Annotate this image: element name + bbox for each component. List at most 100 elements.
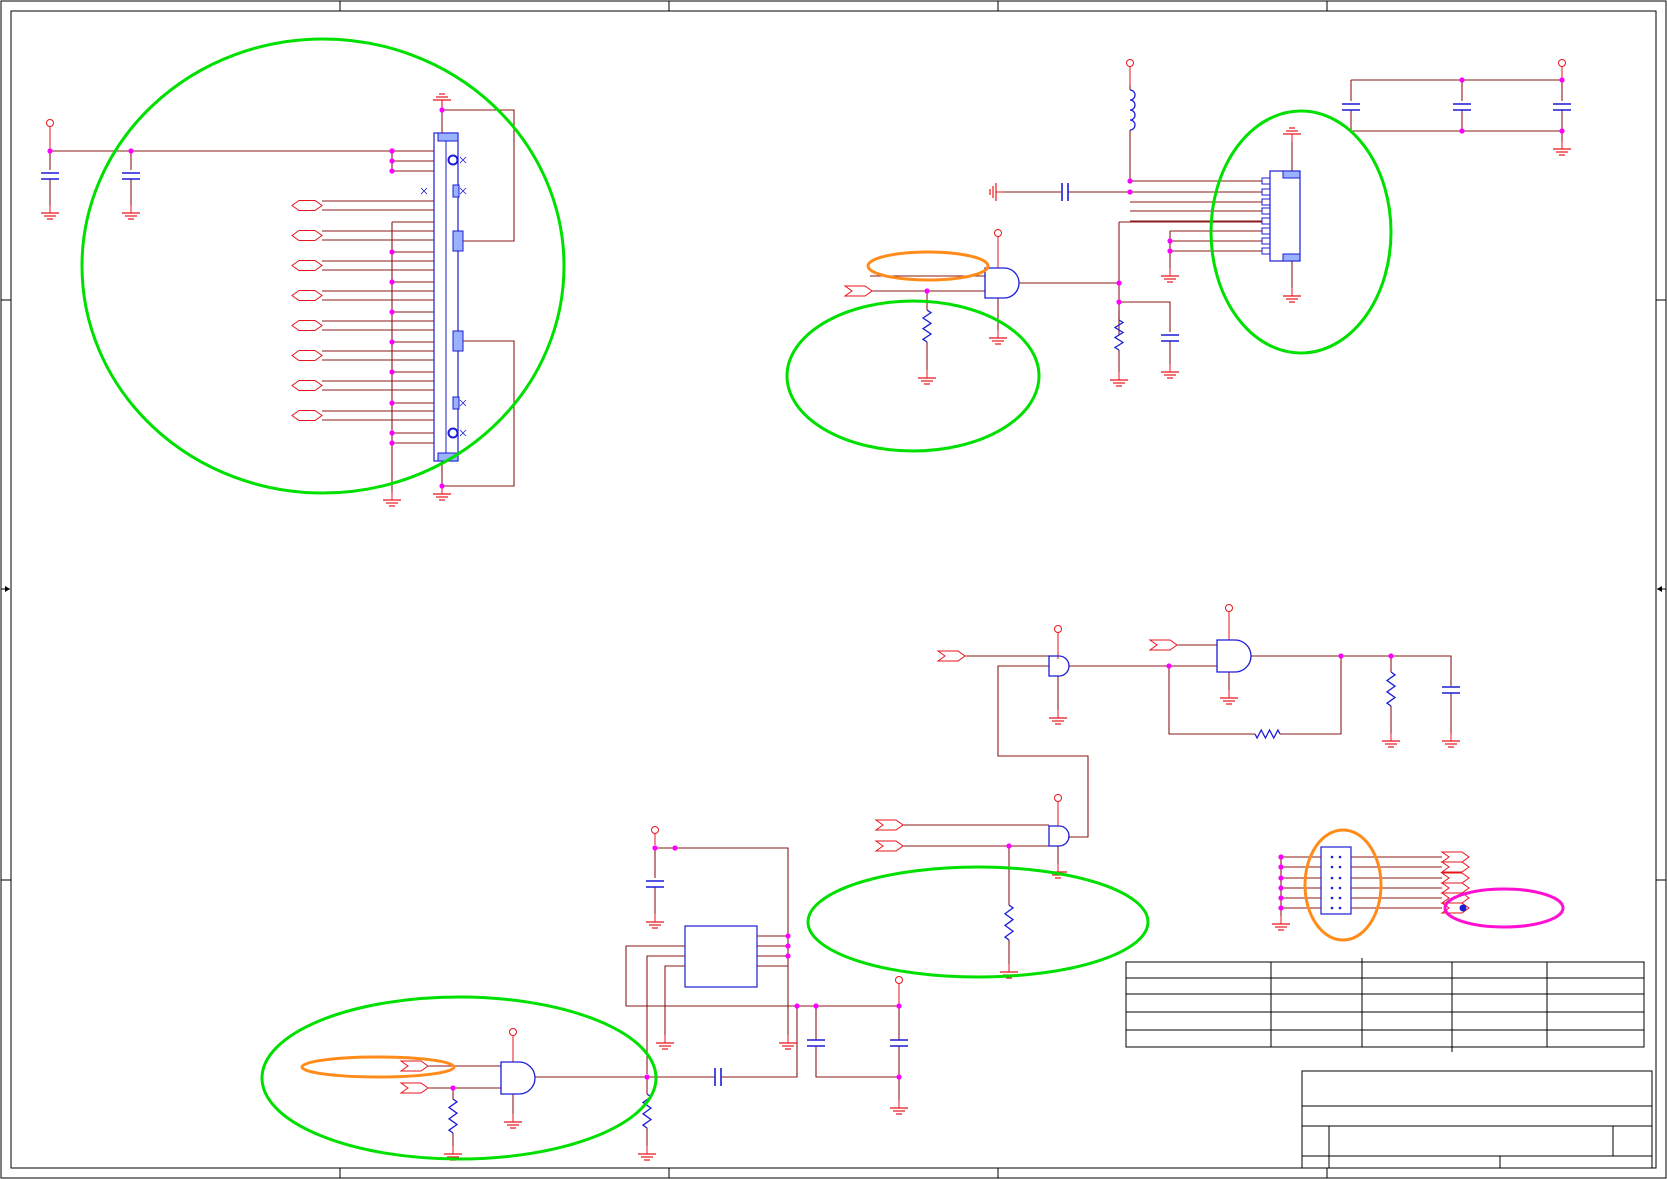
ground-symbol — [1049, 710, 1067, 725]
capacitor — [122, 172, 140, 180]
junction-dot — [1278, 875, 1284, 881]
components — [41, 59, 1571, 1161]
header-pin — [1261, 198, 1271, 206]
junction-dot — [1388, 653, 1394, 659]
header-pin — [1261, 227, 1271, 235]
no-connect-marks — [420, 156, 467, 437]
header-pin — [1261, 188, 1271, 196]
capacitor — [890, 1039, 908, 1047]
junction-dot — [1278, 895, 1284, 901]
capacitor — [1553, 103, 1571, 111]
capacitor — [1061, 183, 1069, 201]
ground-symbol — [646, 914, 664, 929]
highlight-gate5-input-block-2 — [260, 995, 658, 1161]
capacitor — [41, 172, 59, 180]
ground-symbol — [779, 1035, 797, 1050]
signal-port — [291, 410, 323, 421]
junction-dot — [389, 339, 395, 345]
highlight-connector-10pin — [1209, 109, 1393, 355]
signal-port — [1148, 639, 1178, 651]
wire — [815, 1046, 899, 1078]
ground-symbol — [383, 492, 401, 507]
resistor — [447, 1098, 459, 1134]
signal-port — [291, 380, 323, 391]
and-gate — [1048, 825, 1070, 847]
wire — [1280, 656, 1342, 735]
ground-symbol — [504, 1114, 522, 1129]
junction-dot — [1167, 238, 1173, 244]
junction-dot — [389, 440, 395, 446]
resistor — [1385, 671, 1397, 707]
and-gate — [984, 267, 1020, 299]
junction-dot — [813, 1003, 819, 1009]
capacitor — [714, 1068, 722, 1086]
junction-dot — [1338, 653, 1344, 659]
junction-dot — [785, 953, 791, 959]
junction-dot — [389, 148, 395, 154]
highlight-ellipses — [80, 37, 1565, 1161]
ground-symbol — [1382, 733, 1400, 748]
ground-symbol — [1220, 690, 1238, 705]
and-gate — [1216, 639, 1252, 673]
switch-contact — [1330, 855, 1334, 859]
power-pin — [1225, 604, 1233, 640]
ground-symbol — [918, 370, 936, 385]
wire — [1168, 666, 1255, 735]
power-pin — [1126, 59, 1134, 85]
pin-header-10 — [1269, 170, 1301, 262]
schematic-sheet — [0, 0, 1667, 1179]
junction-dot — [389, 168, 395, 174]
junction-dot — [896, 1003, 902, 1009]
wire — [442, 109, 515, 242]
power-pin — [651, 826, 659, 845]
ground-symbol — [1283, 288, 1301, 303]
resistor — [1113, 319, 1125, 351]
and-gate — [1048, 655, 1070, 677]
switch-contact — [1338, 876, 1342, 880]
ground-symbol — [1553, 141, 1571, 156]
capacitor — [1453, 103, 1471, 111]
junction-dot — [1278, 854, 1284, 860]
junction-dot — [389, 430, 395, 436]
header-pin — [1261, 207, 1271, 215]
resistor — [921, 309, 933, 343]
wire — [722, 1006, 798, 1078]
junction-dot — [1559, 77, 1565, 83]
highlight-gate1-pulldown — [785, 299, 1041, 453]
junction-dot — [389, 279, 395, 285]
power-pin — [1054, 625, 1062, 659]
switch-contact — [1330, 906, 1334, 910]
wire — [1119, 301, 1171, 332]
signal-port — [1440, 851, 1470, 863]
junction-dot — [128, 148, 134, 154]
power-pin — [994, 229, 1002, 268]
resistor — [1003, 904, 1015, 941]
junction-dot — [1278, 905, 1284, 911]
ground-symbol — [1272, 916, 1290, 931]
junction-dot — [794, 1003, 800, 1009]
junction-dot — [785, 943, 791, 949]
switch-contact — [1330, 886, 1334, 890]
wire — [1350, 110, 1562, 132]
ground-symbol — [122, 205, 140, 220]
signal-port — [291, 290, 323, 301]
signal-port — [291, 230, 323, 241]
junction-dot — [785, 933, 791, 939]
center-arrow-right — [1657, 586, 1666, 592]
junction-dot — [1167, 248, 1173, 254]
ground-symbol — [1283, 127, 1301, 142]
junction-dot — [389, 249, 395, 255]
ground-symbol — [890, 1100, 908, 1115]
switch-contact — [1338, 896, 1342, 900]
signal-port — [1440, 861, 1470, 873]
switch-contact — [1338, 855, 1342, 859]
wire — [625, 945, 899, 1007]
signal-port — [874, 819, 904, 831]
signal-port — [843, 285, 873, 297]
ground-symbol — [638, 1146, 656, 1161]
highlight-gate5-input-block — [806, 865, 1150, 979]
switch-contact — [1330, 876, 1334, 880]
ground-symbol — [1110, 372, 1128, 387]
board-connector — [433, 132, 464, 462]
inductor — [1129, 89, 1136, 131]
